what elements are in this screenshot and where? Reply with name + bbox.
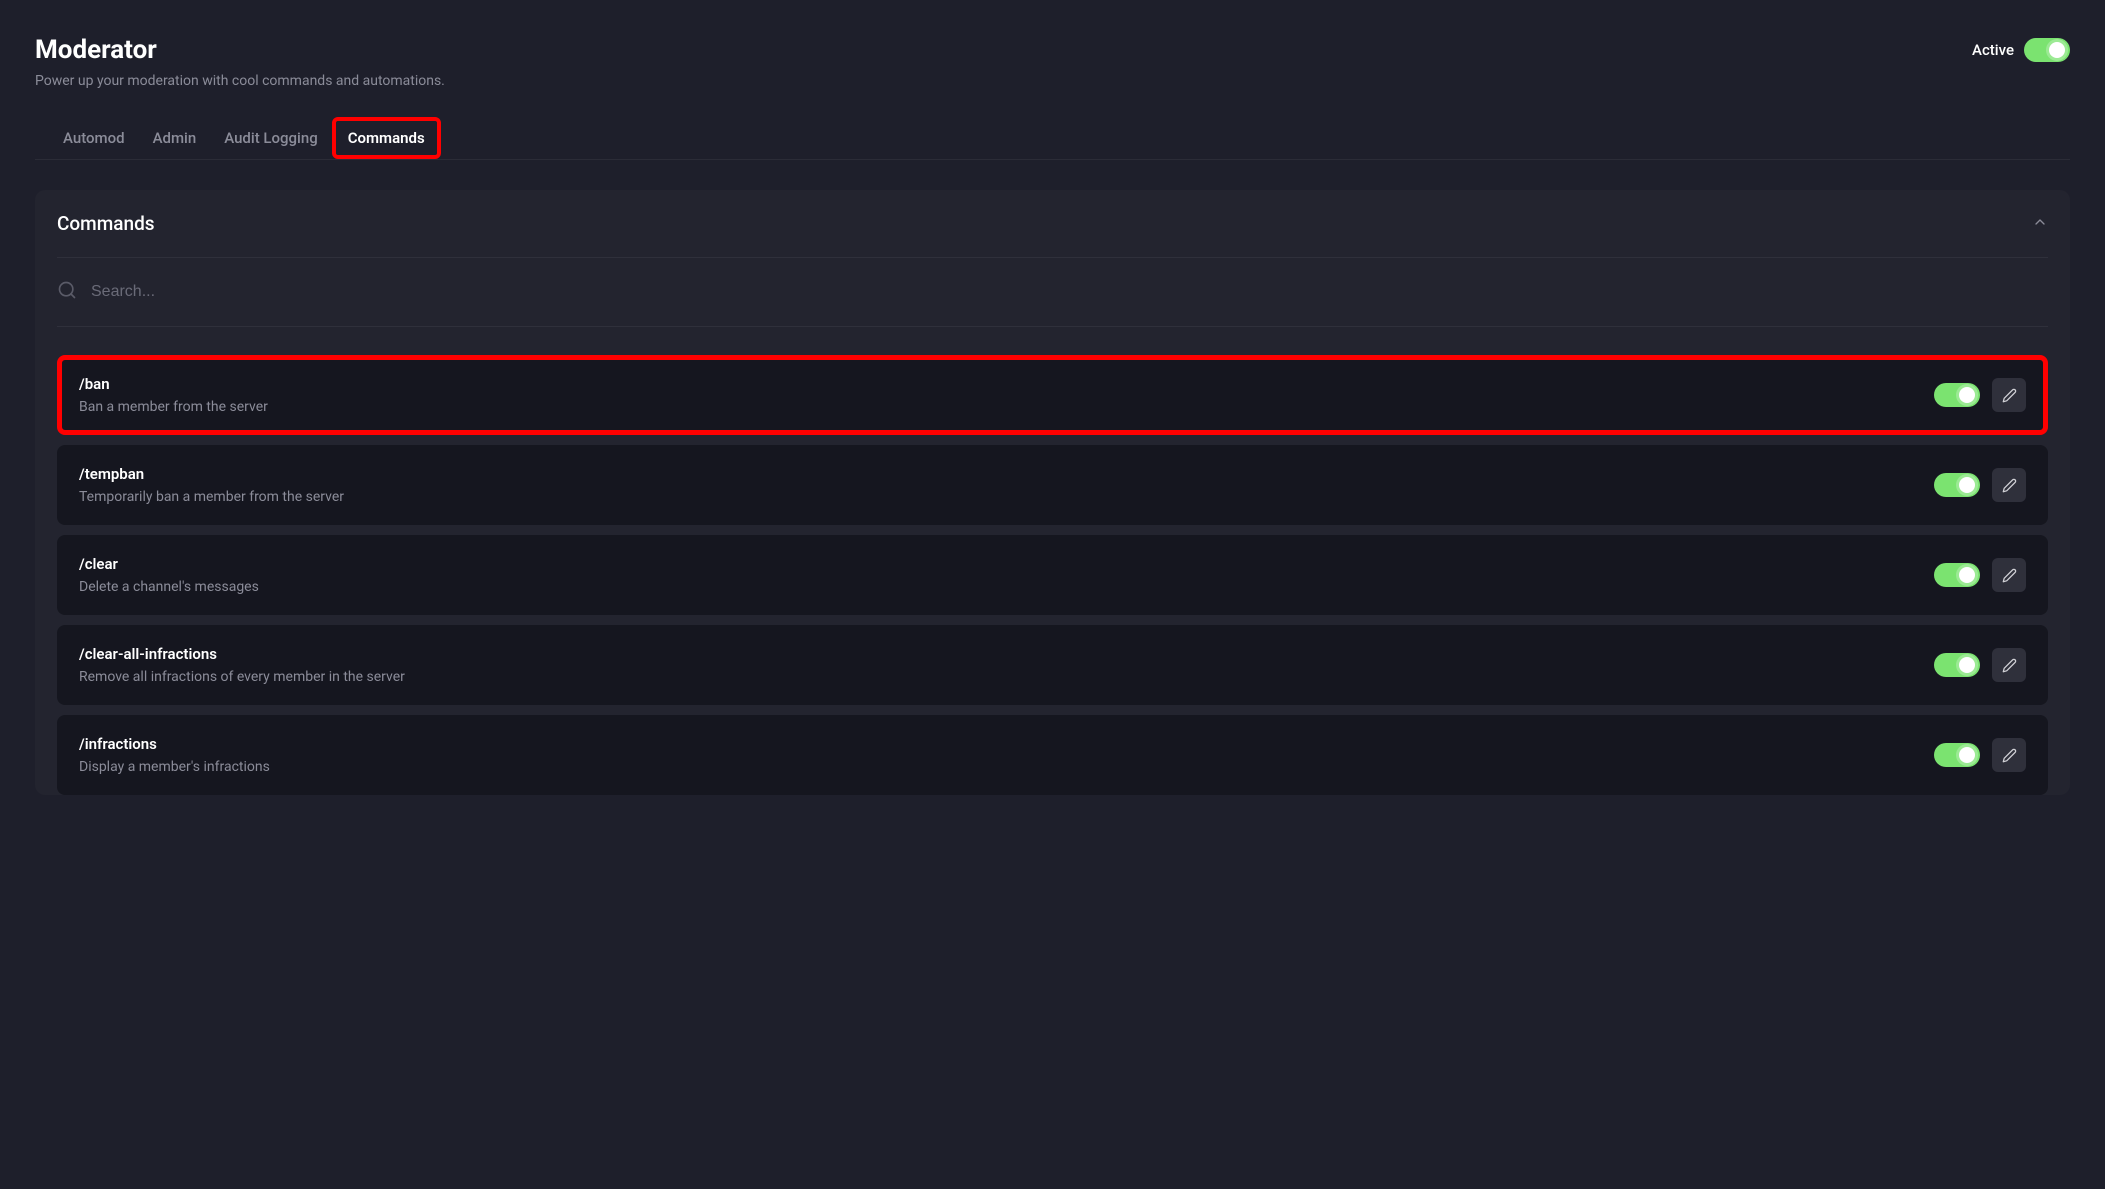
chevron-up-icon: [2032, 214, 2048, 230]
pencil-icon: [2002, 478, 2017, 493]
command-desc: Temporarily ban a member from the server: [79, 489, 344, 505]
tab-automod[interactable]: Automod: [49, 117, 139, 159]
pencil-icon: [2002, 748, 2017, 763]
command-row-tempban: /tempban Temporarily ban a member from t…: [57, 445, 2048, 525]
tab-audit-logging[interactable]: Audit Logging: [210, 117, 332, 159]
module-active-toggle[interactable]: [2024, 38, 2070, 62]
command-desc: Remove all infractions of every member i…: [79, 669, 405, 685]
module-active-wrap: Active: [1972, 38, 2070, 62]
tab-commands[interactable]: Commands: [332, 117, 441, 159]
command-edit-button[interactable]: [1992, 648, 2026, 682]
command-toggle[interactable]: [1934, 473, 1980, 497]
command-row-clear-all-infractions: /clear-all-infractions Remove all infrac…: [57, 625, 2048, 705]
command-edit-button[interactable]: [1992, 558, 2026, 592]
command-desc: Ban a member from the server: [79, 399, 268, 415]
command-toggle[interactable]: [1934, 563, 1980, 587]
tab-admin[interactable]: Admin: [139, 117, 211, 159]
command-row-infractions: /infractions Display a member's infracti…: [57, 715, 2048, 795]
panel-title: Commands: [57, 212, 155, 235]
command-edit-button[interactable]: [1992, 738, 2026, 772]
command-edit-button[interactable]: [1992, 378, 2026, 412]
search-input[interactable]: [91, 283, 2048, 301]
command-toggle[interactable]: [1934, 743, 1980, 767]
command-row-ban: /ban Ban a member from the server: [57, 355, 2048, 435]
commands-panel: Commands /ban Ban a member from the serv…: [35, 190, 2070, 795]
command-name: /clear-all-infractions: [79, 645, 405, 663]
pencil-icon: [2002, 658, 2017, 673]
commands-list: /ban Ban a member from the server /tempb…: [57, 327, 2048, 795]
pencil-icon: [2002, 388, 2017, 403]
command-toggle[interactable]: [1934, 653, 1980, 677]
command-name: /tempban: [79, 465, 344, 483]
search-row: [57, 258, 2048, 327]
tabs: Automod Admin Audit Logging Commands: [35, 117, 2070, 160]
command-name: /infractions: [79, 735, 270, 753]
command-desc: Delete a channel's messages: [79, 579, 259, 595]
command-row-clear: /clear Delete a channel's messages: [57, 535, 2048, 615]
pencil-icon: [2002, 568, 2017, 583]
collapse-panel-button[interactable]: [2032, 214, 2048, 234]
active-label: Active: [1972, 41, 2014, 59]
command-name: /ban: [79, 375, 268, 393]
command-name: /clear: [79, 555, 259, 573]
page-title: Moderator: [35, 35, 157, 65]
command-edit-button[interactable]: [1992, 468, 2026, 502]
page-subtitle: Power up your moderation with cool comma…: [35, 73, 2070, 89]
search-icon: [57, 280, 77, 304]
command-toggle[interactable]: [1934, 383, 1980, 407]
command-desc: Display a member's infractions: [79, 759, 270, 775]
